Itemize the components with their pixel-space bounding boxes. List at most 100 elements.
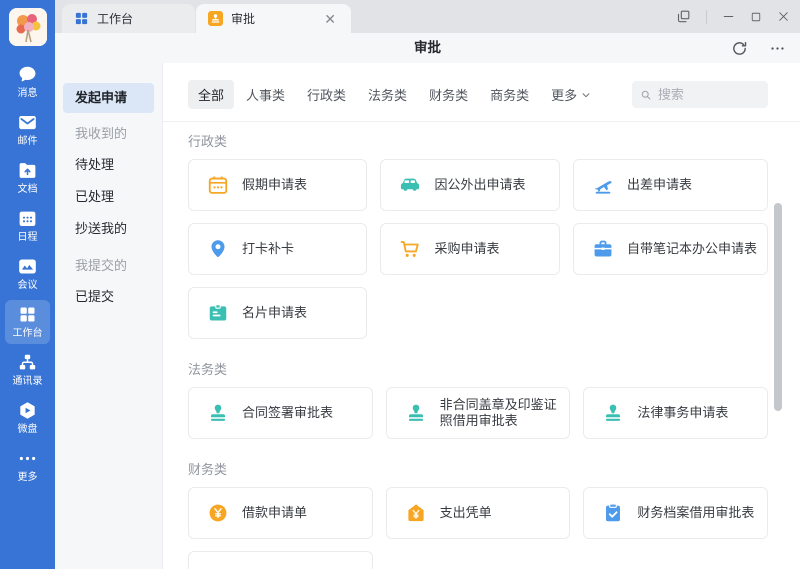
filter-label: 财务类	[429, 85, 468, 104]
stamp-icon	[207, 402, 229, 424]
filter-tab[interactable]: 法务类	[358, 80, 417, 109]
page-title: 审批	[55, 33, 800, 63]
approval-card[interactable]: 借款申请单	[188, 487, 373, 539]
search-input[interactable]	[658, 87, 760, 102]
filter-tab[interactable]: 商务类	[480, 80, 539, 109]
vertical-scrollbar-thumb[interactable]	[774, 203, 782, 411]
filter-tab[interactable]: 行政类	[297, 80, 356, 109]
approval-card[interactable]: 财务档案借用审批表	[583, 487, 768, 539]
sidebar-item-workbench[interactable]: 工作台	[5, 300, 50, 344]
nav-item-initiate-request[interactable]: 发起申请	[63, 83, 154, 113]
contacts-icon-svg	[17, 352, 38, 373]
pin-icon-svg	[207, 238, 229, 260]
approval-card[interactable]: 出差申请表	[573, 159, 768, 211]
approval-card-label: 打卡补卡	[242, 241, 294, 257]
sidebar-item-label: 日程	[18, 232, 38, 244]
nav-groups: 我收到的待处理已处理抄送我的我提交的已提交	[63, 119, 154, 313]
approval-card[interactable]: 非合同盖章及印鉴证照借用审批表	[386, 387, 571, 439]
meeting-icon	[17, 256, 38, 277]
filter-tab[interactable]: 更多	[541, 80, 601, 109]
tab-close-icon[interactable]: ✕	[321, 11, 339, 27]
stamp-icon-svg	[602, 402, 624, 424]
tab-approval[interactable]: 审批✕	[196, 4, 351, 33]
approval-card-label: 借款申请单	[242, 505, 307, 521]
sidebar-item-more[interactable]: 更多	[5, 444, 50, 488]
sidebar-item-schedule[interactable]: 日程	[5, 204, 50, 248]
nav-item[interactable]: 抄送我的	[63, 213, 154, 245]
filter-label: 全部	[198, 85, 224, 104]
meeting-icon-svg	[17, 256, 38, 277]
schedule-icon-svg	[17, 208, 38, 229]
workbench-icon-svg	[17, 304, 38, 325]
sidebar-item-chat[interactable]: 消息	[5, 60, 50, 104]
approval-card-label: 支出凭单	[440, 505, 492, 521]
close-button[interactable]	[777, 10, 790, 23]
popout-icon	[676, 9, 691, 24]
chat-icon-svg	[17, 64, 38, 85]
section-title: 财务类	[188, 459, 768, 478]
car-icon	[399, 174, 421, 196]
filter-tab[interactable]: 财务类	[419, 80, 478, 109]
tab-workbench[interactable]: 工作台	[62, 4, 195, 33]
refresh-icon	[731, 40, 748, 57]
user-avatar[interactable]	[9, 8, 47, 46]
section-title: 行政类	[188, 131, 768, 150]
content-divider	[163, 121, 800, 122]
maximize-button[interactable]	[750, 11, 762, 23]
stamp-icon	[602, 402, 624, 424]
approval-card[interactable]: 因公外出申请表	[380, 159, 560, 211]
pin-icon	[207, 238, 229, 260]
nav-item[interactable]: 待处理	[63, 149, 154, 181]
filter-tab[interactable]: 全部	[188, 80, 234, 109]
briefcase-icon-svg	[592, 238, 614, 260]
sidebar-item-label: 通讯录	[13, 376, 43, 388]
workbench-icon	[17, 304, 38, 325]
sidebar-item-mail[interactable]: 邮件	[5, 108, 50, 152]
app-sidebar: 消息 邮件 文档 日程 会议 工作台 通讯录 微盘 更多	[0, 0, 55, 569]
sidebar-item-drive[interactable]: 微盘	[5, 396, 50, 440]
window-controls-divider	[706, 10, 707, 24]
approval-card[interactable]: 法律事务申请表	[583, 387, 768, 439]
search-box[interactable]	[632, 81, 768, 108]
approval-card[interactable]: 采购申请表	[380, 223, 560, 275]
minimize-button[interactable]	[722, 10, 735, 23]
mail-icon	[17, 112, 38, 133]
bouquet-avatar-image	[9, 8, 47, 46]
approval-card-label: 合同签署审批表	[242, 405, 333, 421]
filter-row: 全部 人事类行政类法务类财务类商务类更多	[188, 81, 768, 108]
mail-icon-svg	[17, 112, 38, 133]
more-dots-icon	[769, 40, 786, 57]
approval-card-label: 假期申请表	[242, 177, 307, 193]
approval-card[interactable]: 差旅费报销单	[188, 551, 373, 569]
filter-label: 更多	[551, 85, 577, 104]
close-icon	[777, 10, 790, 23]
expense-icon	[405, 502, 427, 524]
popout-button[interactable]	[676, 9, 691, 24]
coin-icon-svg	[207, 502, 229, 524]
contacts-icon	[17, 352, 38, 373]
approval-card-label: 法律事务申请表	[637, 405, 728, 421]
approval-stamp-icon	[208, 11, 223, 26]
calendar-icon	[207, 174, 229, 196]
approval-card-label: 采购申请表	[434, 241, 499, 257]
approval-card[interactable]: 打卡补卡	[188, 223, 367, 275]
approval-card-label: 名片申请表	[242, 305, 307, 321]
sidebar-item-meeting[interactable]: 会议	[5, 252, 50, 296]
approval-card[interactable]: 支出凭单	[386, 487, 571, 539]
filter-tab[interactable]: 人事类	[236, 80, 295, 109]
approval-card[interactable]: 合同签署审批表	[188, 387, 373, 439]
nav-item[interactable]: 已提交	[63, 281, 154, 313]
filter-label: 人事类	[246, 85, 285, 104]
approval-card[interactable]: 名片申请表	[188, 287, 367, 339]
approval-card[interactable]: 自带笔记本办公申请表	[573, 223, 768, 275]
idcard-icon	[207, 302, 229, 324]
approval-card[interactable]: 假期申请表	[188, 159, 367, 211]
refresh-button[interactable]	[731, 40, 748, 57]
more-menu-button[interactable]	[769, 40, 786, 57]
sidebar-item-label: 文档	[18, 184, 38, 196]
nav-item[interactable]: 已处理	[63, 181, 154, 213]
sidebar-item-contacts[interactable]: 通讯录	[5, 348, 50, 392]
sidebar-item-docs[interactable]: 文档	[5, 156, 50, 200]
header-tools	[731, 33, 786, 63]
tab-bar: 工作台 审批✕	[55, 0, 800, 33]
